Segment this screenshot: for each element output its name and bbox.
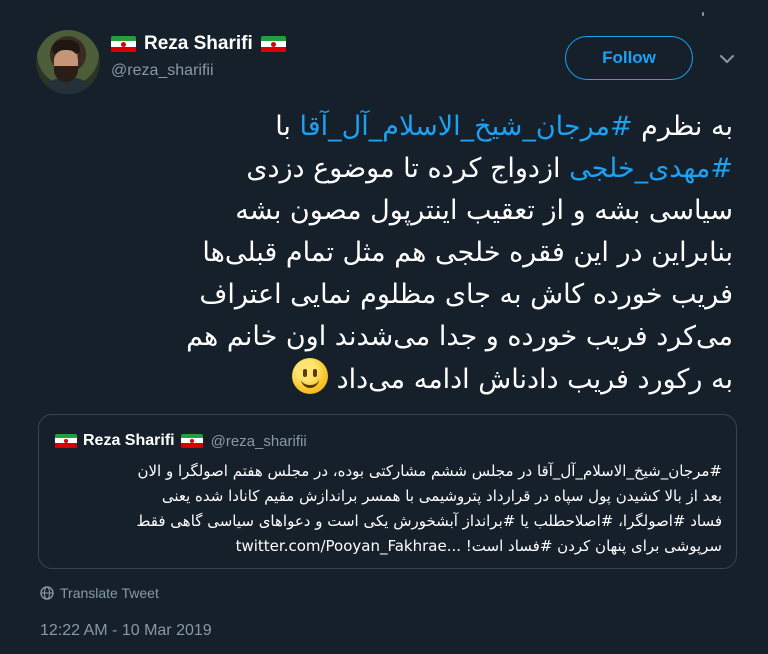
tweet-line: به رکورد فریب دادناش ادامه می‌داد xyxy=(40,358,733,401)
tweet-line: سیاسی بشه و از تعقیب اینترپول مصون بشه xyxy=(235,195,733,226)
quoted-tweet-card[interactable]: Reza Sharifi @reza_sharifii #مرجان_شیخ_ا… xyxy=(38,414,737,569)
tweet-header: Reza Sharifi @reza_sharifii Follow xyxy=(0,0,768,100)
iran-flag-icon xyxy=(260,35,286,53)
tweet-line: #مهدی_خلجی ازدواج کرده تا موضوع دزدی xyxy=(40,148,733,190)
quoted-tweet-line: #مرجان_شیخ_الاسلام_آل_آقا در مجلس ششم مش… xyxy=(137,462,722,480)
chevron-down-icon[interactable] xyxy=(718,52,736,66)
tweet-text-segment: به رکورد فریب دادناش ادامه می‌داد xyxy=(336,364,733,395)
hashtag-link[interactable]: #مرجان_شیخ_الاسلام_آل_آقا xyxy=(300,111,633,142)
quoted-tweet-header: Reza Sharifi @reza_sharifii xyxy=(55,432,307,450)
avatar[interactable] xyxy=(36,30,100,94)
tweet-timestamp[interactable]: 12:22 AM - 10 Mar 2019 xyxy=(40,622,212,640)
translate-tweet-link[interactable]: Translate Tweet xyxy=(40,585,159,601)
tweet-text: به نظرم #مرجان_شیخ_الاسلام_آل_آقا با #مه… xyxy=(40,106,733,401)
author-handle[interactable]: @reza_sharifii xyxy=(111,62,214,80)
tweet-line: فریب خورده کاش به جای مظلوم نمایی اعتراف xyxy=(199,279,733,310)
quoted-tweet-line: فساد #اصولگرا، #اصلاحطلب یا #برانداز آبش… xyxy=(136,512,722,530)
tweet-text-segment: ازدواج کرده تا موضوع دزدی xyxy=(246,153,570,184)
iran-flag-icon xyxy=(111,35,136,53)
smiling-face-emoji-icon xyxy=(292,358,329,394)
quoted-author-handle: @reza_sharifii xyxy=(210,432,307,450)
tweet-line: بنابراین در این فقره خلجی هم مثل تمام قب… xyxy=(202,237,733,268)
tweet-line: می‌کرد فریب خورده و جدا می‌شدند اون خانم… xyxy=(186,321,733,352)
quoted-tweet-text: #مرجان_شیخ_الاسلام_آل_آقا در مجلس ششم مش… xyxy=(55,459,722,559)
iran-flag-icon xyxy=(180,433,203,449)
tweet-text-segment: به نظرم xyxy=(632,111,733,142)
quoted-tweet-line: سرپوشی برای پنهان کردن #فساد است! ...twi… xyxy=(235,537,722,555)
iran-flag-icon xyxy=(55,433,77,449)
globe-icon xyxy=(40,586,54,600)
follow-button[interactable]: Follow xyxy=(565,36,693,80)
hashtag-link[interactable]: #مهدی_خلجی xyxy=(569,153,733,184)
tweet-line: به نظرم #مرجان_شیخ_الاسلام_آل_آقا با xyxy=(40,106,733,148)
quoted-author-name: Reza Sharifi xyxy=(83,432,175,449)
quoted-tweet-line: بعد از بالا کشیدن پول سپاه در قرارداد پت… xyxy=(161,487,722,505)
tweet-text-segment: با xyxy=(275,111,300,142)
author-name-row[interactable]: Reza Sharifi xyxy=(111,33,286,55)
author-display-name[interactable]: Reza Sharifi xyxy=(144,33,253,55)
translate-label[interactable]: Translate Tweet xyxy=(60,585,159,601)
